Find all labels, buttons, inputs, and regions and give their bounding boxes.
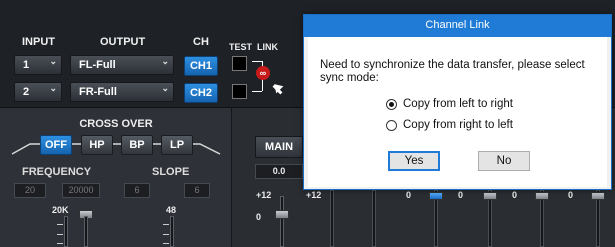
input-header: INPUT: [22, 36, 55, 48]
test-checkbox-2[interactable]: [232, 84, 247, 99]
eq-zero-label: 0: [406, 190, 412, 200]
frequency-high-field[interactable]: 20000: [62, 183, 100, 198]
frequency-tick-label: 20K: [52, 205, 69, 215]
main-gain-slider-thumb[interactable]: [275, 210, 289, 219]
chevron-down-icon: ⌄: [49, 56, 57, 66]
eq-band-thumb-3[interactable]: [429, 192, 443, 200]
input-select-2-value: 2: [23, 86, 30, 98]
dialog-title: Channel Link: [304, 15, 611, 37]
link-bracket-bottom: [252, 91, 262, 92]
chevron-down-icon: ⌄: [161, 83, 169, 93]
frequency-slider-track-2[interactable]: [84, 216, 88, 247]
frequency-slider-track[interactable]: [64, 216, 68, 247]
frequency-low-field[interactable]: 20: [14, 183, 46, 198]
ch-header: CH: [193, 36, 209, 48]
yes-button[interactable]: Yes: [388, 151, 440, 171]
crossover-title: CROSS OVER: [79, 118, 153, 130]
tick-mark: [163, 234, 169, 235]
frequency-label: FREQUENCY: [22, 166, 92, 178]
main-gain-slider-track[interactable]: [280, 196, 284, 247]
eq-band-thumb-6[interactable]: [591, 192, 605, 200]
output-select-2-value: FR-Full: [79, 86, 117, 98]
input-select-1-value: 1: [23, 59, 30, 71]
copy-left-to-right-label: Copy from left to right: [403, 98, 513, 110]
filter-off-button[interactable]: OFF: [40, 135, 72, 155]
filter-bp-button[interactable]: BP: [121, 135, 153, 155]
ch1-button[interactable]: CH1: [184, 56, 218, 76]
channel-link-dialog: Channel Link Need to synchronize the dat…: [303, 14, 612, 190]
input-select-1[interactable]: 1 ⌄: [14, 55, 62, 75]
main-value-field[interactable]: 0.0: [255, 164, 303, 179]
output-header: OUTPUT: [100, 36, 146, 48]
filter-lp-button[interactable]: LP: [161, 135, 193, 155]
input-select-2[interactable]: 2 ⌄: [14, 82, 62, 102]
tick-mark: [57, 243, 63, 244]
slope-slider-track[interactable]: [170, 216, 174, 247]
slope-label: SLOPE: [152, 166, 190, 178]
main-tab[interactable]: MAIN: [255, 136, 303, 158]
eq-zero-label: 0: [512, 190, 518, 200]
ch2-button[interactable]: CH2: [184, 83, 218, 103]
link-icon[interactable]: ∞: [256, 66, 270, 80]
copy-right-to-left-label: Copy from right to left: [403, 119, 513, 131]
slope-tick-label: 48: [166, 205, 177, 215]
radio-selected-icon[interactable]: [386, 99, 397, 110]
eq-band-track-1[interactable]: [330, 190, 334, 247]
eq-gain-top-label: +12: [306, 190, 322, 200]
tick-mark: [163, 243, 169, 244]
slope-low-field[interactable]: 6: [124, 183, 150, 198]
tick-mark: [57, 234, 63, 235]
chevron-down-icon: ⌄: [161, 56, 169, 66]
link-bracket-top: [252, 61, 262, 62]
eq-band-thumb-5[interactable]: [535, 192, 549, 200]
chevron-down-icon: ⌄: [49, 83, 57, 93]
dialog-body: Need to synchronize the data transfer, p…: [308, 37, 607, 187]
eq-band-thumb-4[interactable]: [483, 192, 497, 200]
test-checkbox-1[interactable]: [232, 56, 247, 71]
main-gain-top-label: +12: [256, 190, 272, 200]
tick-mark: [57, 224, 63, 225]
main-gain-zero-label: 0: [256, 212, 262, 222]
eq-zero-label: 0: [458, 190, 464, 200]
eq-zero-label: 0: [568, 190, 574, 200]
output-select-2[interactable]: FR-Full ⌄: [70, 82, 174, 102]
eq-band-track-2[interactable]: [372, 190, 376, 247]
no-button[interactable]: No: [478, 151, 530, 171]
radio-unselected-icon[interactable]: [386, 120, 397, 131]
filter-hp-button[interactable]: HP: [81, 135, 113, 155]
dialog-message: Need to synchronize the data transfer, p…: [320, 59, 585, 84]
slope-high-field[interactable]: 6: [184, 183, 210, 198]
tick-mark: [163, 224, 169, 225]
output-select-1-value: FL-Full: [79, 59, 116, 71]
output-select-1[interactable]: FL-Full ⌄: [70, 55, 174, 75]
test-header: TEST: [229, 42, 253, 52]
link-header: LINK: [257, 42, 278, 52]
